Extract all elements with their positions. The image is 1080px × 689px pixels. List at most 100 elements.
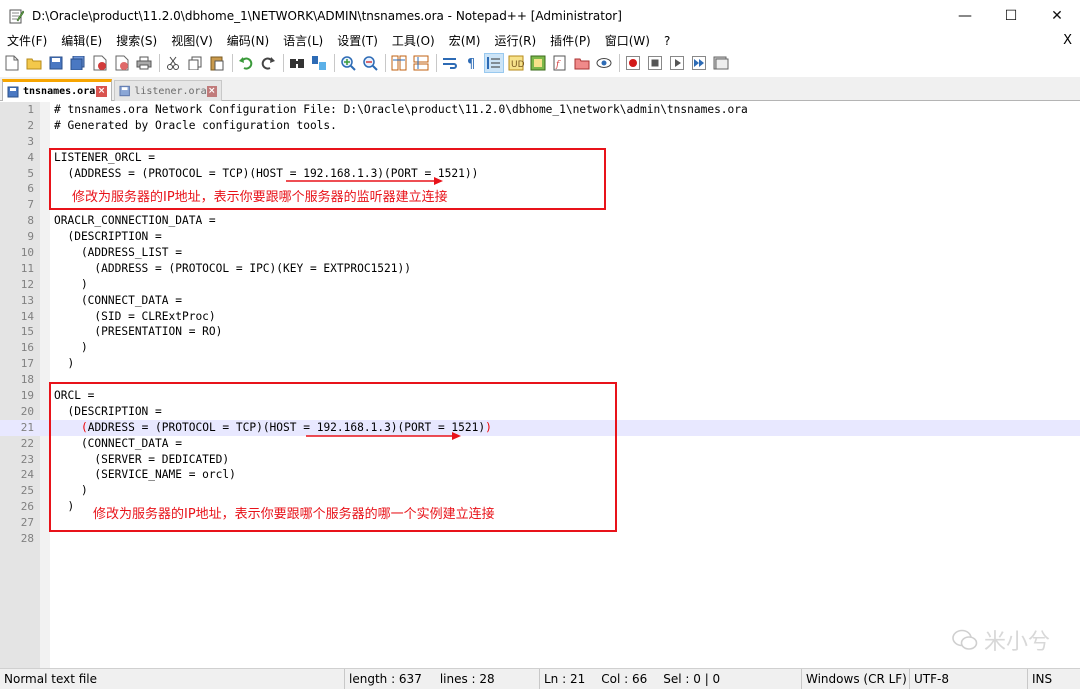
- line-number: 19: [20, 389, 34, 403]
- status-bar: Normal text file length : 637 lines : 28…: [0, 668, 1080, 689]
- sync-vertical-icon[interactable]: [390, 54, 408, 72]
- line-number: 16: [20, 341, 34, 355]
- watermark-text: 米小兮: [983, 630, 1050, 655]
- code-line[interactable]: 15 (PRESENTATION = RO): [0, 324, 1080, 340]
- undo-icon[interactable]: [237, 54, 255, 72]
- code-line[interactable]: 13 (CONNECT_DATA =: [0, 293, 1080, 309]
- code-line[interactable]: 1 # tnsnames.ora Network Configuration Fi…: [0, 102, 1080, 118]
- user-lang-icon[interactable]: UD: [507, 54, 525, 72]
- code-line[interactable]: 10 (ADDRESS_LIST =: [0, 245, 1080, 261]
- line-text: (ADDRESS_LIST =: [54, 246, 182, 260]
- doc-map-icon[interactable]: [529, 54, 547, 72]
- status-insert-mode[interactable]: INS: [1028, 669, 1080, 689]
- code-line[interactable]: 9 (DESCRIPTION =: [0, 229, 1080, 245]
- replace-icon[interactable]: [310, 54, 328, 72]
- code-line[interactable]: 11 (ADDRESS = (PROTOCOL = IPC)(KEY = EXT…: [0, 261, 1080, 277]
- open-file-icon[interactable]: [25, 54, 43, 72]
- cut-icon[interactable]: [164, 54, 182, 72]
- line-text: (CONNECT_DATA =: [54, 293, 182, 307]
- status-file-type: Normal text file: [0, 669, 345, 689]
- word-wrap-icon[interactable]: [441, 54, 459, 72]
- menu-encoding[interactable]: 编码(N): [220, 31, 276, 51]
- line-number: 20: [20, 404, 34, 418]
- indent-guide-icon[interactable]: [484, 53, 504, 73]
- menu-file[interactable]: 文件(F): [0, 31, 54, 51]
- function-list-icon[interactable]: f: [551, 54, 569, 72]
- close-icon[interactable]: [91, 54, 109, 72]
- tab-listener[interactable]: listener.ora ×: [114, 80, 222, 101]
- line-number: 2: [27, 118, 34, 132]
- find-icon[interactable]: [288, 54, 306, 72]
- line-number: 14: [20, 309, 34, 323]
- line-number: 3: [27, 134, 34, 148]
- wechat-icon: [952, 629, 978, 650]
- code-line[interactable]: 8 ORACLR_CONNECTION_DATA =: [0, 213, 1080, 229]
- menu-settings[interactable]: 设置(T): [330, 31, 385, 51]
- save-all-icon[interactable]: [69, 54, 87, 72]
- line-text: # Generated by Oracle configuration tool…: [54, 118, 337, 132]
- code-line[interactable]: 28: [0, 531, 1080, 547]
- line-number: 4: [27, 150, 34, 164]
- code-line[interactable]: 17 ): [0, 356, 1080, 372]
- menu-search[interactable]: 搜索(S): [109, 31, 164, 51]
- menu-macro[interactable]: 宏(M): [442, 31, 488, 51]
- minimize-button[interactable]: —: [942, 0, 988, 31]
- line-text: (PRESENTATION = RO): [54, 325, 223, 339]
- save-icon[interactable]: [47, 54, 65, 72]
- line-number: 10: [20, 246, 34, 260]
- tab-close-icon[interactable]: ×: [96, 86, 107, 97]
- status-lines: lines : 28: [439, 672, 495, 686]
- menu-run[interactable]: 运行(R): [487, 31, 543, 51]
- zoom-in-icon[interactable]: [339, 54, 357, 72]
- status-col: Col : 66: [601, 672, 648, 686]
- code-line[interactable]: 14 (SID = CLRExtProc): [0, 309, 1080, 325]
- menu-help[interactable]: ?: [657, 31, 677, 51]
- menu-view[interactable]: 视图(V): [164, 31, 220, 51]
- new-file-icon[interactable]: [3, 54, 21, 72]
- tab-close-icon[interactable]: ×: [206, 85, 217, 97]
- code-line[interactable]: 16 ): [0, 340, 1080, 356]
- code-line[interactable]: 2 # Generated by Oracle configuration too…: [0, 118, 1080, 134]
- show-all-chars-icon[interactable]: ¶: [463, 54, 481, 72]
- tab-label: tnsnames.ora: [23, 86, 96, 97]
- line-number: 21: [20, 420, 34, 434]
- menu-edit[interactable]: 编辑(E): [54, 31, 109, 51]
- line-text: (SID = CLRExtProc): [54, 309, 216, 323]
- code-line[interactable]: 12 ): [0, 277, 1080, 293]
- print-icon[interactable]: [135, 54, 153, 72]
- status-length: length : 637: [349, 672, 422, 686]
- svg-text:¶: ¶: [467, 57, 475, 70]
- annotation-text-orcl: 修改为服务器的IP地址，表示你要跟哪个服务器的哪一个实例建立连接: [93, 507, 495, 522]
- menu-window[interactable]: 窗口(W): [598, 31, 657, 51]
- close-all-icon[interactable]: [113, 54, 131, 72]
- status-encoding[interactable]: UTF-8: [910, 669, 1028, 689]
- run-macro-multiple-icon[interactable]: [690, 54, 708, 72]
- line-text: (ADDRESS = (PROTOCOL = IPC)(KEY = EXTPRO…: [54, 261, 411, 275]
- tab-tnsnames[interactable]: tnsnames.ora ×: [2, 79, 112, 101]
- sync-horizontal-icon[interactable]: [412, 54, 430, 72]
- stop-record-icon[interactable]: [646, 54, 664, 72]
- toolbar: ¶ UD f: [0, 51, 1080, 75]
- save-macro-icon[interactable]: [712, 54, 730, 72]
- menu-language[interactable]: 语言(L): [276, 31, 330, 51]
- line-number: 18: [20, 373, 34, 387]
- play-macro-icon[interactable]: [668, 54, 686, 72]
- saved-file-icon: [119, 85, 130, 97]
- close-window-button[interactable]: ✕: [1034, 0, 1080, 31]
- line-number: 9: [27, 230, 34, 244]
- line-number: 15: [20, 325, 34, 339]
- editor-area[interactable]: 1 # tnsnames.ora Network Configuration Fi…: [0, 102, 1080, 668]
- redo-icon[interactable]: [259, 54, 277, 72]
- menu-plugins[interactable]: 插件(P): [543, 31, 598, 51]
- menu-tools[interactable]: 工具(O): [385, 31, 442, 51]
- monitoring-icon[interactable]: [595, 54, 613, 72]
- copy-icon[interactable]: [186, 54, 204, 72]
- watermark: 米小兮: [952, 624, 1050, 656]
- record-macro-icon[interactable]: [624, 54, 642, 72]
- folder-workspace-icon[interactable]: [573, 54, 591, 72]
- close-document-button[interactable]: X: [1063, 31, 1072, 51]
- maximize-button[interactable]: ☐: [988, 0, 1034, 31]
- zoom-out-icon[interactable]: [361, 54, 379, 72]
- status-eol[interactable]: Windows (CR LF): [802, 669, 910, 689]
- paste-icon[interactable]: [208, 54, 226, 72]
